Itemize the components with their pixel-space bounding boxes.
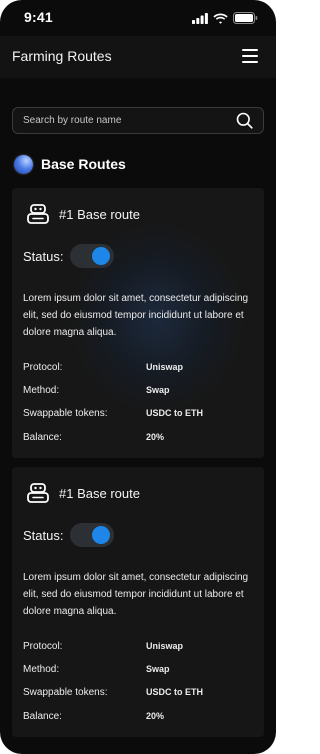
detail-value: USDC to ETH xyxy=(146,687,203,697)
page-title: Farming Routes xyxy=(12,48,112,64)
signal-icon xyxy=(192,12,208,24)
card-header: #1 Base route xyxy=(27,204,140,224)
robot-icon xyxy=(27,483,49,503)
status-toggle[interactable] xyxy=(70,523,115,547)
section-header: Base Routes xyxy=(14,154,126,174)
route-description: Lorem ipsum dolor sit amet, consectetur … xyxy=(23,293,249,338)
route-description: Lorem ipsum dolor sit amet, consectetur … xyxy=(23,572,249,617)
detail-label: Swappable tokens: xyxy=(23,408,108,419)
detail-label: Method: xyxy=(23,664,60,675)
status-label: Status: xyxy=(23,248,64,264)
wifi-icon xyxy=(213,13,228,24)
route-card[interactable]: #1 Base route Status: Lorem ipsum dolor … xyxy=(12,467,264,737)
card-title: #1 Base route xyxy=(59,485,140,501)
robot-icon xyxy=(27,204,49,224)
status-icons xyxy=(192,11,258,25)
route-card[interactable]: #1 Base route Status: Lorem ipsum dolor … xyxy=(12,188,264,458)
detail-value: Uniswap xyxy=(146,641,184,651)
status-row: Status: xyxy=(23,244,115,268)
detail-value: Swap xyxy=(146,385,170,395)
search-input[interactable] xyxy=(23,108,233,133)
hamburger-icon[interactable] xyxy=(242,49,258,63)
toggle-knob xyxy=(92,247,111,265)
search-icon[interactable] xyxy=(236,112,253,129)
app-header: Farming Routes xyxy=(0,36,276,78)
globe-icon xyxy=(14,154,33,174)
toggle-knob xyxy=(92,526,111,544)
search-box xyxy=(12,107,264,134)
detail-value: Swap xyxy=(146,664,170,674)
status-toggle[interactable] xyxy=(70,244,115,268)
detail-label: Balance: xyxy=(23,432,62,443)
status-row: Status: xyxy=(23,523,115,547)
card-header: #1 Base route xyxy=(27,483,140,503)
phone-screen: 9:41 Farming Routes Search by route name… xyxy=(0,0,276,754)
status-label: Status: xyxy=(23,527,64,543)
card-title: #1 Base route xyxy=(59,206,140,222)
detail-label: Protocol: xyxy=(23,641,63,652)
detail-value: 20% xyxy=(146,432,165,442)
detail-label: Protocol: xyxy=(23,362,63,373)
status-bar: 9:41 xyxy=(0,0,276,36)
battery-icon xyxy=(233,12,258,24)
detail-label: Swappable tokens: xyxy=(23,687,108,698)
detail-label: Balance: xyxy=(23,711,62,722)
detail-value: 20% xyxy=(146,711,165,721)
section-title: Base Routes xyxy=(41,156,126,172)
detail-value: Uniswap xyxy=(146,362,184,372)
detail-value: USDC to ETH xyxy=(146,408,203,418)
detail-label: Method: xyxy=(23,385,60,396)
status-time: 9:41 xyxy=(24,9,53,25)
